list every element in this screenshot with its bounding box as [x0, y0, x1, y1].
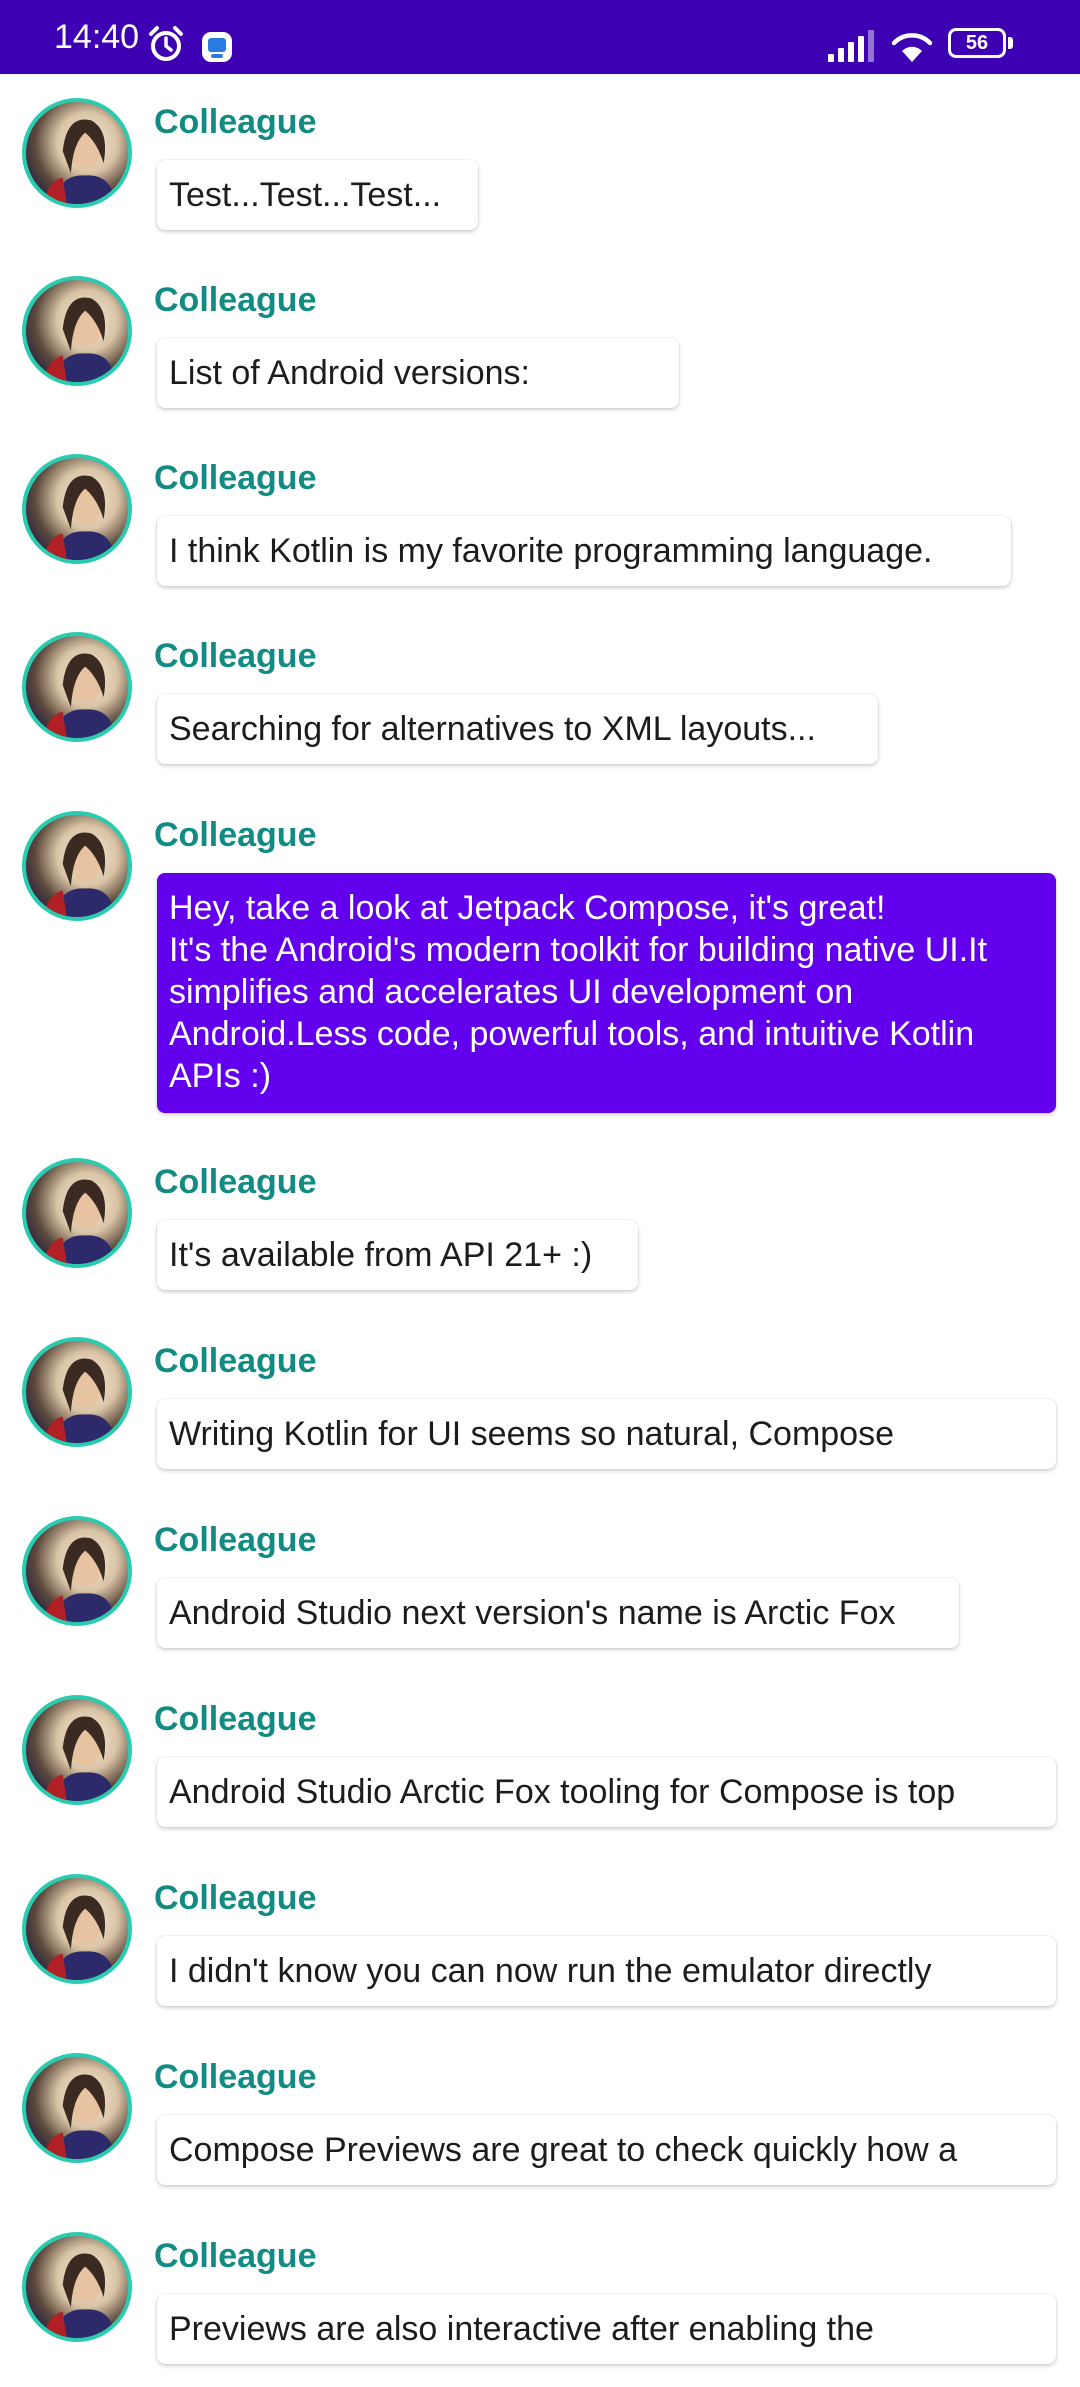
avatar — [22, 811, 132, 921]
message-author: Colleague — [154, 103, 317, 141]
message-bubble-expanded[interactable]: Hey, take a look at Jetpack Compose, it'… — [157, 873, 1056, 1113]
message-bubble[interactable]: Test...Test...Test... — [157, 160, 478, 230]
avatar — [22, 632, 132, 742]
message-bubble[interactable]: I didn't know you can now run the emulat… — [157, 1936, 1056, 2006]
avatar — [22, 454, 132, 564]
message-bubble[interactable]: Writing Kotlin for UI seems so natural, … — [157, 1399, 1056, 1469]
battery-level: 56 — [965, 32, 989, 54]
avatar — [22, 98, 132, 208]
wifi-icon — [891, 33, 933, 62]
message-author: Colleague — [154, 459, 317, 497]
battery-indicator: 56 — [948, 28, 1016, 62]
conversation-list[interactable]: Colleague Test...Test...Test... Colleagu… — [0, 74, 1080, 2387]
message-item[interactable]: Colleague I didn't know you can now run … — [0, 1850, 1080, 2029]
battery-tip — [1008, 37, 1013, 49]
app-notification-icon — [202, 32, 232, 62]
avatar — [22, 1337, 132, 1447]
message-item[interactable]: Colleague Writing Kotlin for UI seems so… — [0, 1313, 1080, 1492]
message-author: Colleague — [154, 1879, 317, 1917]
avatar — [22, 1158, 132, 1268]
message-item[interactable]: Colleague Searching for alternatives to … — [0, 608, 1080, 787]
message-item-expanded[interactable]: Colleague Hey, take a look at Jetpack Co… — [0, 787, 1080, 1134]
message-author: Colleague — [154, 1163, 317, 1201]
message-bubble[interactable]: It's available from API 21+ :) — [157, 1220, 638, 1290]
avatar — [22, 2053, 132, 2163]
message-item[interactable]: Colleague List of Android versions: — [0, 252, 1080, 430]
battery-icon: 56 — [948, 28, 1006, 58]
message-bubble[interactable]: Compose Previews are great to check quic… — [157, 2115, 1056, 2185]
message-bubble[interactable]: Android Studio Arctic Fox tooling for Co… — [157, 1757, 1056, 1827]
message-item[interactable]: Colleague Test...Test...Test... — [0, 74, 1080, 252]
avatar — [22, 1516, 132, 1626]
message-author: Colleague — [154, 816, 317, 854]
message-item[interactable]: Colleague It's available from API 21+ :) — [0, 1134, 1080, 1313]
message-bubble[interactable]: Android Studio next version's name is Ar… — [157, 1578, 959, 1648]
message-author: Colleague — [154, 1521, 317, 1559]
message-bubble[interactable]: List of Android versions: — [157, 338, 679, 408]
message-item[interactable]: Colleague I think Kotlin is my favorite … — [0, 430, 1080, 608]
avatar — [22, 276, 132, 386]
message-bubble[interactable]: Searching for alternatives to XML layout… — [157, 694, 878, 764]
message-item[interactable]: Colleague Android Studio Arctic Fox tool… — [0, 1671, 1080, 1850]
alarm-icon — [149, 26, 183, 61]
message-item[interactable]: Colleague Android Studio next version's … — [0, 1492, 1080, 1671]
avatar — [22, 1874, 132, 1984]
message-item[interactable]: Colleague Compose Previews are great to … — [0, 2029, 1080, 2208]
message-bubble[interactable]: I think Kotlin is my favorite programmin… — [157, 516, 1011, 586]
status-time: 14:40 — [54, 18, 140, 56]
signal-icon — [828, 30, 874, 62]
message-item[interactable]: Colleague Previews are also interactive … — [0, 2208, 1080, 2387]
status-bar: 14:40 56 — [0, 0, 1080, 74]
avatar — [22, 1695, 132, 1805]
avatar — [22, 2232, 132, 2342]
message-author: Colleague — [154, 281, 317, 319]
message-author: Colleague — [154, 637, 317, 675]
message-author: Colleague — [154, 2237, 317, 2275]
message-author: Colleague — [154, 2058, 317, 2096]
message-author: Colleague — [154, 1700, 317, 1738]
message-author: Colleague — [154, 1342, 317, 1380]
message-bubble[interactable]: Previews are also interactive after enab… — [157, 2294, 1056, 2364]
